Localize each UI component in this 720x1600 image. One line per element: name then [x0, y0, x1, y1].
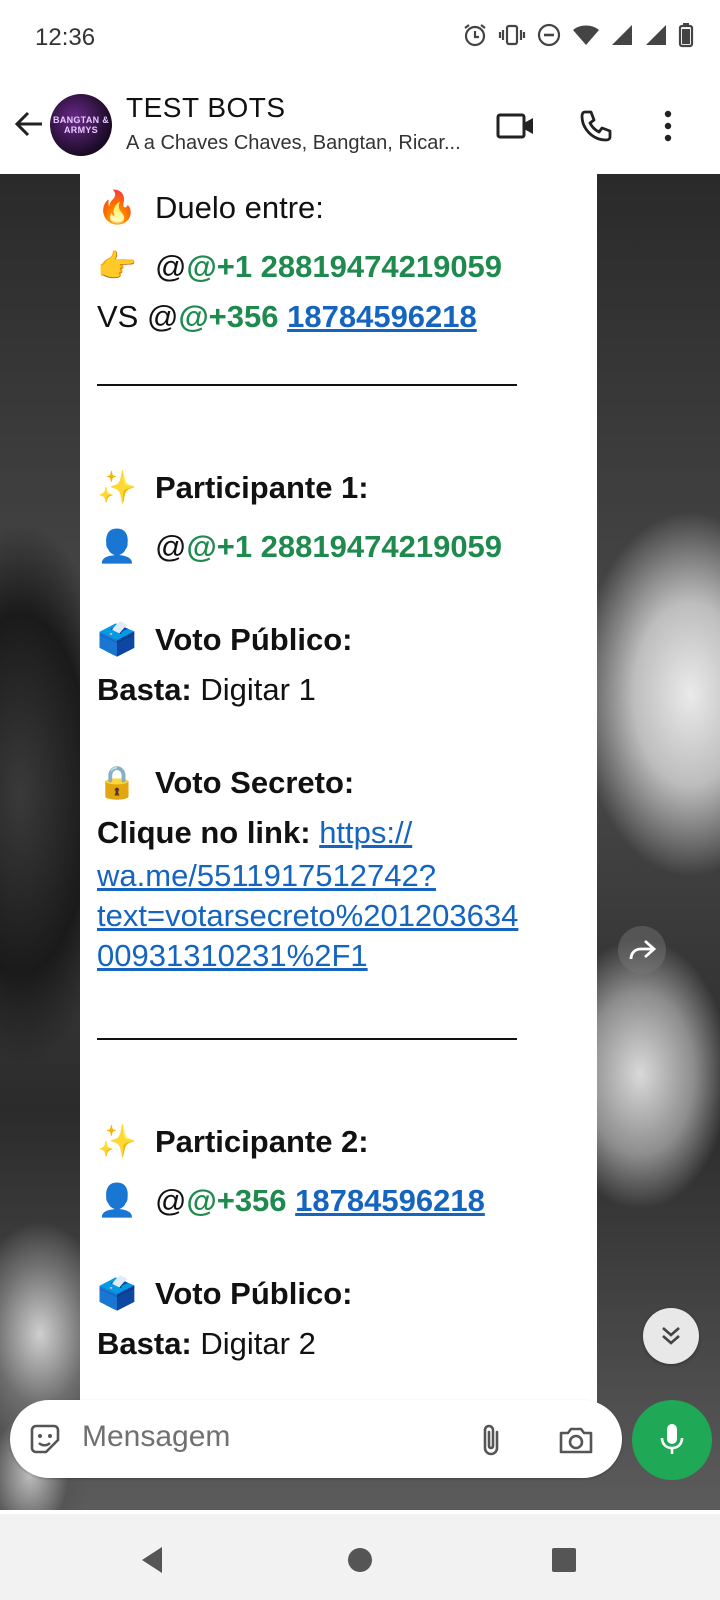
more-options-icon	[664, 110, 672, 142]
click-link-line: Clique no link: https://	[97, 808, 577, 858]
person-icon: 👤	[97, 1182, 137, 1218]
basta-label: Basta:	[97, 1326, 192, 1361]
forward-button[interactable]	[618, 926, 666, 974]
at-sign: @	[155, 249, 187, 284]
phone-link-participant-2[interactable]: 18784596218	[295, 1183, 485, 1218]
status-time: 12:36	[35, 24, 96, 51]
wifi-icon	[573, 25, 599, 45]
double-chevron-down-icon	[662, 1327, 680, 1345]
duel-label: Duelo entre:	[155, 190, 324, 225]
participant-1-heading: ✨ Participante 1:	[97, 462, 577, 513]
vibrate-icon	[498, 24, 526, 46]
participant-2-heading: ✨ Participante 2:	[97, 1116, 577, 1167]
battery-icon	[678, 23, 694, 48]
back-button[interactable]	[12, 102, 48, 146]
mention-participant-1[interactable]: @+1 28819474219059	[186, 249, 502, 284]
camera-icon[interactable]	[556, 1420, 596, 1460]
scroll-to-bottom-button[interactable]	[643, 1308, 699, 1364]
vote-1-text: Digitar 1	[200, 672, 316, 707]
chat-subtitle[interactable]: A a Chaves Chaves, Bangtan, Ricar...	[126, 132, 476, 155]
vote-2-text: Digitar 2	[200, 1326, 316, 1361]
vote-2-line: Basta: Digitar 2	[97, 1319, 577, 1369]
secret-vote-link-continuation[interactable]: wa.me/5511917512742? text=votarsecreto%20…	[97, 856, 577, 976]
participant-1-label: Participante 1:	[155, 470, 369, 505]
lock-icon: 🔒	[97, 764, 137, 800]
arrow-left-icon	[14, 111, 42, 137]
forward-icon	[629, 939, 657, 960]
duel-p2-line: VS @@+356 18784596218	[97, 292, 577, 342]
ballot-box-icon: 🗳️	[97, 621, 137, 657]
nav-home-button[interactable]	[340, 1540, 380, 1580]
video-call-button[interactable]	[494, 104, 538, 148]
chat-title[interactable]: TEST BOTS	[126, 92, 286, 124]
signal-icon	[646, 25, 666, 45]
sparkles-icon: ✨	[97, 469, 137, 505]
message-bubble[interactable]: 🔥 Duelo entre: 👉 @@+1 28819474219059 VS @@…	[80, 174, 597, 1414]
more-options-button[interactable]	[646, 104, 690, 148]
alarm-icon	[464, 24, 486, 47]
avatar-text: BANGTAN & ARMYS	[52, 115, 110, 135]
status-icons	[462, 22, 694, 48]
secret-vote-link[interactable]: https://	[319, 815, 412, 850]
voice-call-button[interactable]	[574, 104, 618, 148]
phone-link-participant-2[interactable]: 18784596218	[287, 299, 477, 334]
fire-icon: 🔥	[97, 189, 137, 225]
duel-line: 🔥 Duelo entre:	[97, 182, 577, 233]
click-link-label: Clique no link:	[97, 815, 311, 850]
secret-vote-label: Voto Secreto:	[155, 765, 355, 800]
circle-home-icon	[348, 1548, 372, 1572]
voice-call-icon	[580, 110, 612, 142]
participant-1-line: 👤 @@+1 28819474219059	[97, 521, 577, 572]
secret-vote-link[interactable]: text=votarsecreto%201203634	[97, 896, 577, 936]
secret-vote-heading: 🔒 Voto Secreto:	[97, 757, 577, 808]
participant-2-line: 👤 @@+356 18784596218	[97, 1175, 577, 1226]
attach-icon[interactable]	[472, 1420, 512, 1460]
triangle-back-icon	[142, 1547, 162, 1573]
message-text: 🔥 Duelo entre: 👉 @@+1 28819474219059 VS @@…	[97, 182, 577, 1369]
system-navigation-bar	[0, 1514, 720, 1600]
mention-participant-2-code[interactable]: @+356	[178, 299, 278, 334]
at-sign: @	[155, 529, 187, 564]
at-sign: @	[155, 1183, 187, 1218]
ballot-box-icon: 🗳️	[97, 1275, 137, 1311]
vote-1-line: Basta: Digitar 1	[97, 665, 577, 715]
public-vote-heading-2: 🗳️ Voto Público:	[97, 1268, 577, 1319]
message-input[interactable]: Mensagem	[82, 1420, 230, 1454]
basta-label: Basta:	[97, 672, 192, 707]
divider	[97, 384, 517, 386]
nav-back-button[interactable]	[132, 1540, 172, 1580]
duel-p1-line: 👉 @@+1 28819474219059	[97, 241, 577, 292]
nav-recents-button[interactable]	[544, 1540, 584, 1580]
signal-icon	[612, 25, 632, 45]
chat-header: BANGTAN & ARMYS TEST BOTS A a Chaves Cha…	[0, 76, 720, 175]
public-vote-label: Voto Público:	[155, 622, 353, 657]
public-vote-label: Voto Público:	[155, 1276, 353, 1311]
message-composer: Mensagem	[10, 1400, 622, 1478]
mention-participant-1[interactable]: @+1 28819474219059	[186, 529, 502, 564]
status-bar: 12:36	[0, 0, 720, 76]
group-avatar[interactable]: BANGTAN & ARMYS	[50, 94, 112, 156]
chat-area[interactable]: 🔥 Duelo entre: 👉 @@+1 28819474219059 VS @@…	[0, 174, 720, 1510]
sticker-icon[interactable]	[26, 1420, 64, 1458]
pointing-hand-icon: 👉	[97, 248, 137, 284]
square-recents-icon	[552, 1548, 576, 1572]
secret-vote-link[interactable]: 00931310231%2F1	[97, 936, 577, 976]
microphone-icon	[660, 1424, 684, 1454]
sparkles-icon: ✨	[97, 1123, 137, 1159]
public-vote-heading: 🗳️ Voto Público:	[97, 614, 577, 665]
secret-vote-link[interactable]: wa.me/5511917512742?	[97, 856, 577, 896]
voice-message-button[interactable]	[632, 1400, 712, 1480]
video-call-icon	[496, 113, 533, 139]
mention-participant-2-code[interactable]: @+356	[186, 1183, 286, 1218]
person-icon: 👤	[97, 528, 137, 564]
vs-text: VS @	[97, 299, 179, 334]
participant-2-label: Participante 2:	[155, 1124, 369, 1159]
divider	[97, 1038, 517, 1040]
dnd-icon	[537, 23, 561, 47]
